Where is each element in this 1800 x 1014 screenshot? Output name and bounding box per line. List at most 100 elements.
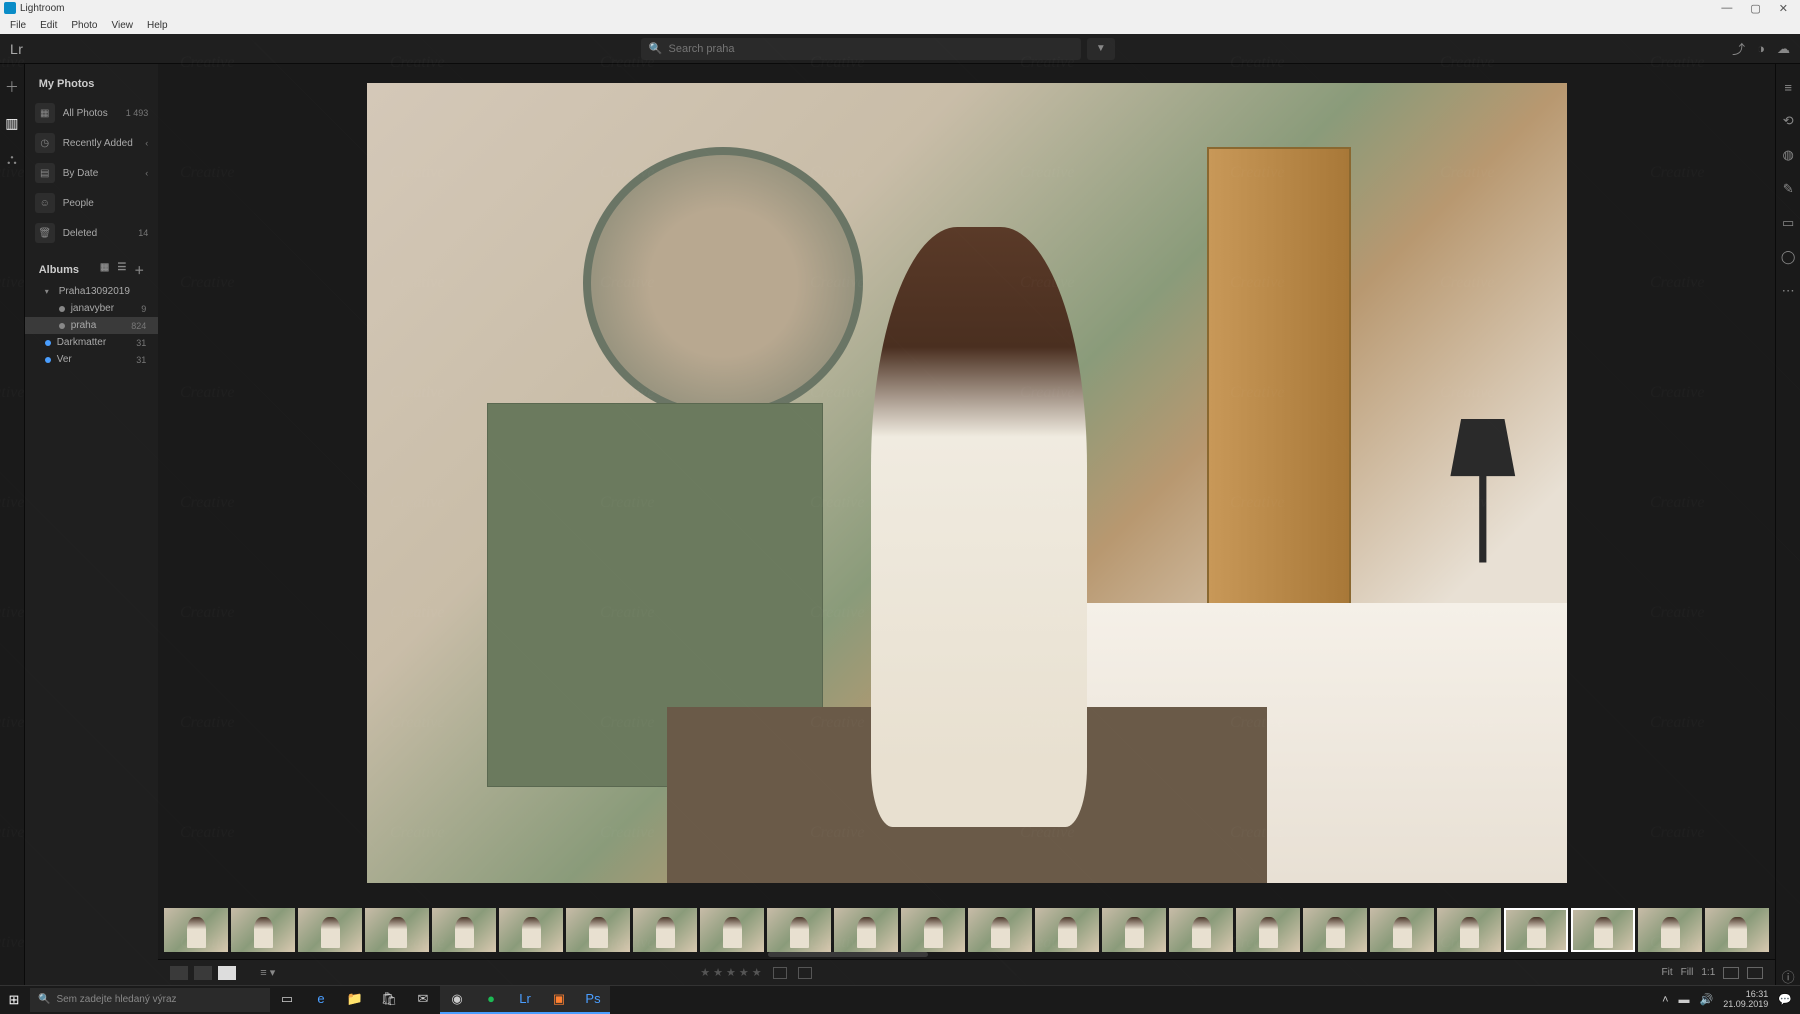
thumbnail[interactable] (1303, 908, 1367, 952)
mail-icon[interactable]: ✉ (406, 986, 440, 1014)
task-view-icon[interactable]: ▭ (270, 986, 304, 1014)
flag-reject[interactable] (798, 967, 812, 979)
thumbnail[interactable] (1169, 908, 1233, 952)
zoom-1to1[interactable]: 1:1 (1701, 967, 1715, 978)
album-praha[interactable]: praha 824 (25, 317, 159, 334)
zoom-fit[interactable]: Fit (1661, 967, 1672, 978)
notifications-icon[interactable]: 💬 (1778, 993, 1792, 1006)
edit-sliders-icon[interactable]: ≡ (1779, 78, 1797, 96)
minimize-button[interactable]: — (1721, 2, 1732, 15)
thumbnail[interactable] (164, 908, 228, 952)
list-view-icon[interactable]: ☰ (117, 262, 126, 277)
maximize-button[interactable]: ▢ (1750, 2, 1760, 15)
album-label: janavyber (71, 303, 114, 314)
tray-network-icon[interactable]: ▬ (1679, 994, 1690, 1006)
thumbnail[interactable] (1102, 908, 1166, 952)
nav-by-date[interactable]: ▤ By Date ‹ (25, 158, 159, 188)
sort-button[interactable]: ≡ ▾ (260, 966, 275, 979)
thumbnail[interactable] (1437, 908, 1501, 952)
tray-volume-icon[interactable]: 🔊 (1700, 993, 1714, 1006)
thumbnail[interactable] (1571, 908, 1635, 952)
cloud-icon[interactable]: ☁ (1777, 41, 1790, 57)
linear-gradient-icon[interactable]: ▭ (1779, 214, 1797, 232)
zoom-fill[interactable]: Fill (1681, 967, 1694, 978)
thumbnail[interactable] (700, 908, 764, 952)
zoom-box-2[interactable] (1747, 967, 1763, 979)
grid-view-icon[interactable]: ▦ (100, 262, 109, 277)
thumbnail[interactable] (298, 908, 362, 952)
thumbnail[interactable] (1504, 908, 1568, 952)
add-album-icon[interactable]: ＋ (134, 262, 144, 277)
add-photos-icon[interactable]: ＋ (3, 78, 21, 96)
photoshop-icon[interactable]: Ps (576, 986, 610, 1014)
nav-recently-added[interactable]: ◷ Recently Added ‹ (25, 128, 159, 158)
star-2[interactable]: ★ (713, 966, 723, 979)
tray-expand-icon[interactable]: ˄ (1662, 994, 1668, 1006)
nav-all-photos[interactable]: ▦ All Photos 1 493 (25, 98, 159, 128)
main-photo[interactable] (367, 83, 1567, 883)
filter-button[interactable]: ▼ (1087, 38, 1115, 60)
thumbnail[interactable] (1705, 908, 1769, 952)
app4-icon[interactable]: ▣ (542, 986, 576, 1014)
my-photos-icon[interactable]: ▥ (3, 114, 21, 132)
menu-help[interactable]: Help (141, 20, 174, 31)
grid-large-button[interactable] (194, 966, 212, 980)
thumbnail[interactable] (1370, 908, 1434, 952)
more-icon[interactable]: ⋯ (1779, 282, 1797, 300)
thumbnail[interactable] (499, 908, 563, 952)
folder-praha13092019[interactable]: ▾ Praha13092019 (25, 283, 159, 300)
thumbnail[interactable] (1638, 908, 1702, 952)
radial-gradient-icon[interactable]: ◯ (1779, 248, 1797, 266)
thumbnail[interactable] (834, 908, 898, 952)
crop-icon[interactable]: ⟲ (1779, 112, 1797, 130)
album-janavyber[interactable]: janavyber 9 (25, 300, 159, 317)
star-5[interactable]: ★ (752, 966, 762, 979)
grid-small-button[interactable] (170, 966, 188, 980)
shared-icon[interactable]: ⛬ (3, 150, 21, 168)
menu-file[interactable]: File (4, 20, 32, 31)
close-button[interactable]: ✕ (1779, 2, 1788, 15)
taskbar-search[interactable]: 🔍 Sem zadejte hledaný výraz (30, 988, 270, 1012)
thumbnail[interactable] (432, 908, 496, 952)
chrome-icon[interactable]: ◉ (440, 986, 474, 1014)
star-1[interactable]: ★ (700, 966, 710, 979)
thumbnail[interactable] (566, 908, 630, 952)
info-icon[interactable]: ⓘ (1779, 967, 1797, 985)
flag-pick[interactable] (773, 967, 787, 979)
tag-icon[interactable]: ◑ (1757, 41, 1765, 56)
thumbnail[interactable] (231, 908, 295, 952)
thumbnail[interactable] (1236, 908, 1300, 952)
thumbnail[interactable] (968, 908, 1032, 952)
lightroom-icon[interactable]: Lr (508, 986, 542, 1014)
explorer-icon[interactable]: 📁 (338, 986, 372, 1014)
search-input[interactable] (669, 43, 1073, 55)
album-ver[interactable]: Ver 31 (25, 351, 159, 368)
menu-photo[interactable]: Photo (65, 20, 103, 31)
nav-deleted[interactable]: 🗑 Deleted 14 (25, 218, 159, 248)
thumbnail[interactable] (901, 908, 965, 952)
edge-icon[interactable]: e (304, 986, 338, 1014)
menu-view[interactable]: View (106, 20, 140, 31)
thumbnail[interactable] (633, 908, 697, 952)
star-3[interactable]: ★ (726, 966, 736, 979)
start-button[interactable]: ⊞ (0, 986, 28, 1014)
menu-edit[interactable]: Edit (34, 20, 63, 31)
taskbar-clock[interactable]: 16:31 21.09.2019 (1723, 990, 1768, 1010)
album-darkmatter[interactable]: Darkmatter 31 (25, 334, 159, 351)
detail-view-button[interactable] (218, 966, 236, 980)
nav-people[interactable]: ☺ People (25, 188, 159, 218)
filmstrip-scrollbar[interactable] (768, 952, 928, 957)
zoom-box-1[interactable] (1723, 967, 1739, 979)
share-icon[interactable]: ⤴ (1732, 39, 1745, 58)
filmstrip[interactable] (158, 901, 1775, 959)
thumbnail[interactable] (1035, 908, 1099, 952)
loupe-view[interactable] (158, 64, 1775, 901)
store-icon[interactable]: 🛍 (372, 986, 406, 1014)
spotify-icon[interactable]: ● (474, 986, 508, 1014)
heal-icon[interactable]: ◍ (1779, 146, 1797, 164)
star-4[interactable]: ★ (739, 966, 749, 979)
thumbnail[interactable] (365, 908, 429, 952)
thumbnail[interactable] (767, 908, 831, 952)
search-box[interactable]: 🔍 (641, 38, 1081, 60)
brush-icon[interactable]: ✎ (1779, 180, 1797, 198)
